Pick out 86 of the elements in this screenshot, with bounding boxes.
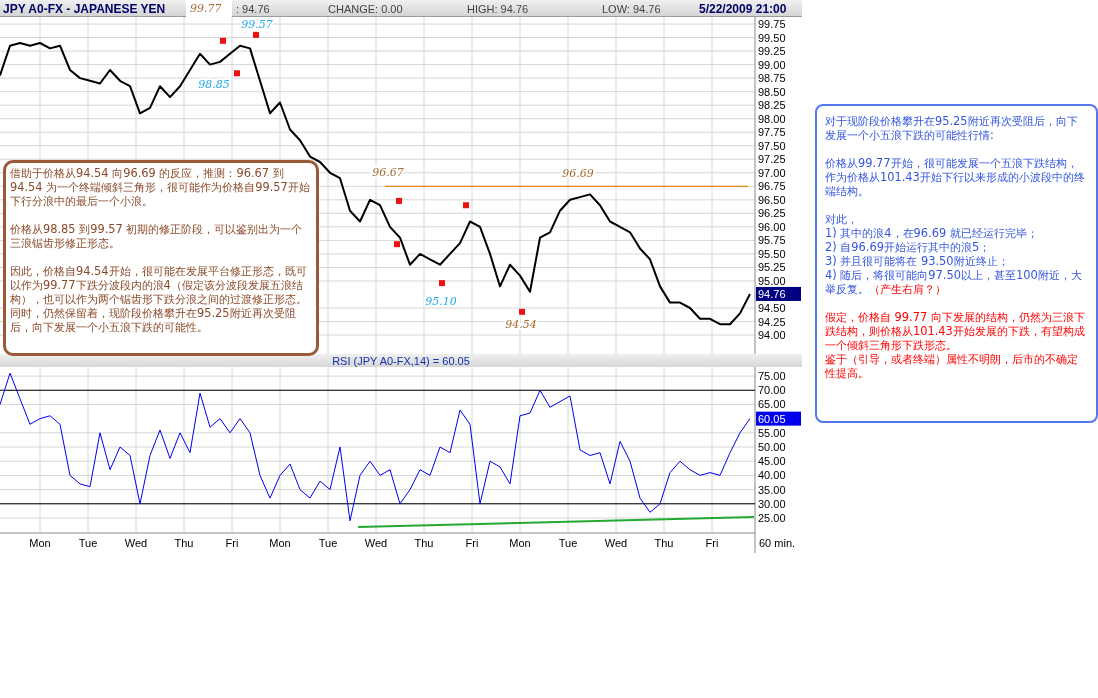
y-axis-label: 98.00 [758, 112, 786, 125]
note-text: 2) 自96.69开始运行其中的浪5； [825, 240, 992, 254]
y-axis-label: 35.00 [758, 483, 786, 496]
note-text: 对此， [825, 212, 859, 226]
price-annotation: 94.54 [505, 318, 537, 332]
wave-marker [220, 37, 226, 44]
note-text: 借助于价格从94.54 向96.69 的反应，推测：96.67 到94.54 为一个终端倾斜三角形，很可能作为价格自99.57开始下行分浪中的最后一个小浪。 [10, 166, 311, 208]
y-axis-label: 97.50 [758, 139, 786, 152]
wave-marker [519, 308, 525, 315]
price-annotation: 95.10 [425, 295, 457, 309]
y-axis-label: 96.50 [758, 193, 786, 206]
x-axis-label: Thu [654, 537, 674, 549]
note-text: 4) 随后，将很可能向97.50以上，甚至100附近，大举反复。（产生右肩？） [825, 268, 1083, 296]
y-axis-label: 99.50 [758, 31, 786, 44]
y-axis-label: 55.00 [758, 426, 786, 439]
x-axis-label: Thu [174, 537, 194, 549]
low-value: LOW: 94.76 [602, 2, 662, 15]
note-text: 价格从98.85 到99.57 初期的修正阶段，可以鉴别出为一个三浪锯齿形修正形态。 [10, 222, 304, 250]
y-axis-label: 97.00 [758, 166, 786, 179]
y-axis-label: 94.25 [758, 315, 786, 328]
note-text: 对于现阶段价格攀升在95.25附近再次受阻后，向下发展一个小五浪下跌的可能性行情: [825, 114, 1079, 142]
rsi-value-badge: 60.05 [756, 411, 801, 426]
x-axis-label: Tue [78, 537, 98, 549]
wave-marker [253, 31, 259, 38]
high-value: HIGH: 94.76 [467, 2, 530, 15]
last-price: : 94.76 [235, 2, 271, 15]
y-axis-label: 40.00 [758, 469, 786, 482]
wave-marker [396, 197, 402, 204]
y-axis-label: 70.00 [758, 384, 786, 397]
y-axis-label: 95.50 [758, 247, 786, 260]
last-price-badge: 94.76 [756, 286, 801, 301]
symbol-title: JPY A0-FX - JAPANESE YEN [2, 1, 167, 16]
y-axis-label: 96.00 [758, 220, 786, 233]
x-axis-label: Fri [225, 537, 239, 549]
y-axis-label: 95.75 [758, 234, 786, 247]
change-value: CHANGE: 0.00 [327, 2, 404, 15]
x-axis-label: Wed [124, 537, 148, 549]
rsi-title: RSI (JPY A0-FX,14) = 60.05 [332, 354, 470, 367]
wave-marker [463, 202, 469, 209]
note-text: 价格从99.77开始，很可能发展一个五浪下跌结构，作为价格从101.43开始下行以来形成的小波段中的终端结构。 [825, 156, 1086, 198]
y-axis-label: 99.00 [758, 58, 786, 71]
y-axis-label: 95.25 [758, 261, 786, 274]
y-axis-label: 98.25 [758, 99, 786, 112]
y-axis-label: 75.00 [758, 370, 786, 383]
x-axis-label: Mon [509, 537, 531, 549]
y-axis-label: 97.25 [758, 153, 786, 166]
x-axis-label: Fri [705, 537, 719, 549]
x-axis-label: Fri [465, 537, 479, 549]
note-text: 鉴于（引导，或者终端）属性不明朗，后市的不确定性提高。 [825, 352, 1079, 380]
wave-marker [234, 70, 240, 77]
x-axis-label: Tue [318, 537, 338, 549]
wave-marker [394, 241, 400, 248]
y-axis-label: 25.00 [758, 511, 786, 524]
price-annotation: 98.85 [198, 77, 230, 91]
interval-label: 60 min. [759, 537, 796, 549]
y-axis-label: 99.75 [758, 18, 786, 31]
y-axis-label: 96.75 [758, 180, 786, 193]
note-text: 假定，价格自 99.77 向下发展的结构，仍然为三浪下跌结构，则价格从101.43开始发展的下跌，有望构成一个倾斜三角形下跌形态。 [825, 310, 1086, 352]
note-text: 1) 其中的浪4，在96.69 就已经运行完毕； [825, 226, 1039, 240]
y-axis-label: 96.25 [758, 207, 786, 220]
note-text: 3) 并且很可能将在 93.50附近终止； [825, 254, 1010, 268]
x-axis-label: Wed [364, 537, 388, 549]
wave-marker [439, 280, 445, 287]
note-text: 同时，仍然保留着，现阶段价格攀升在95.25附近再次受阻后，向下发展一个小五浪下跌的可能性。 [10, 306, 297, 334]
y-axis-label: 95.00 [758, 274, 786, 287]
y-axis-label: 98.75 [758, 72, 786, 85]
note-text: 因此，价格自94.54开始，很可能在发展平台修正形态，既可以作为99.77下跌分波段内的浪4（假定该分波段发展五浪结构），也可以作为两个锯齿形下跌分浪之间的过渡修正形态。 [10, 264, 308, 306]
y-axis-label: 50.00 [758, 441, 786, 453]
y-axis-label: 97.75 [758, 126, 786, 139]
y-axis-label: 65.00 [758, 398, 786, 411]
y-axis-label: 98.50 [758, 85, 786, 98]
price-annotation: 96.69 [562, 167, 594, 181]
y-axis-label: 45.00 [758, 455, 786, 468]
price-marker-label: 99.77 [186, 0, 232, 17]
y-axis-label: 30.00 [758, 497, 786, 510]
date-time: 5/22/2009 21:00 [699, 1, 788, 16]
y-axis-label: 94.00 [758, 329, 786, 342]
y-axis-label: 99.25 [758, 45, 786, 58]
x-axis-label: Tue [558, 537, 578, 549]
x-axis-label: Thu [414, 537, 434, 549]
price-annotation: 96.67 [372, 166, 404, 180]
price-annotation: 99.57 [241, 17, 273, 31]
x-axis-label: Mon [29, 537, 51, 549]
x-axis-label: Wed [604, 537, 628, 549]
x-axis-label: Mon [269, 537, 291, 549]
y-axis-label: 94.50 [758, 302, 786, 314]
